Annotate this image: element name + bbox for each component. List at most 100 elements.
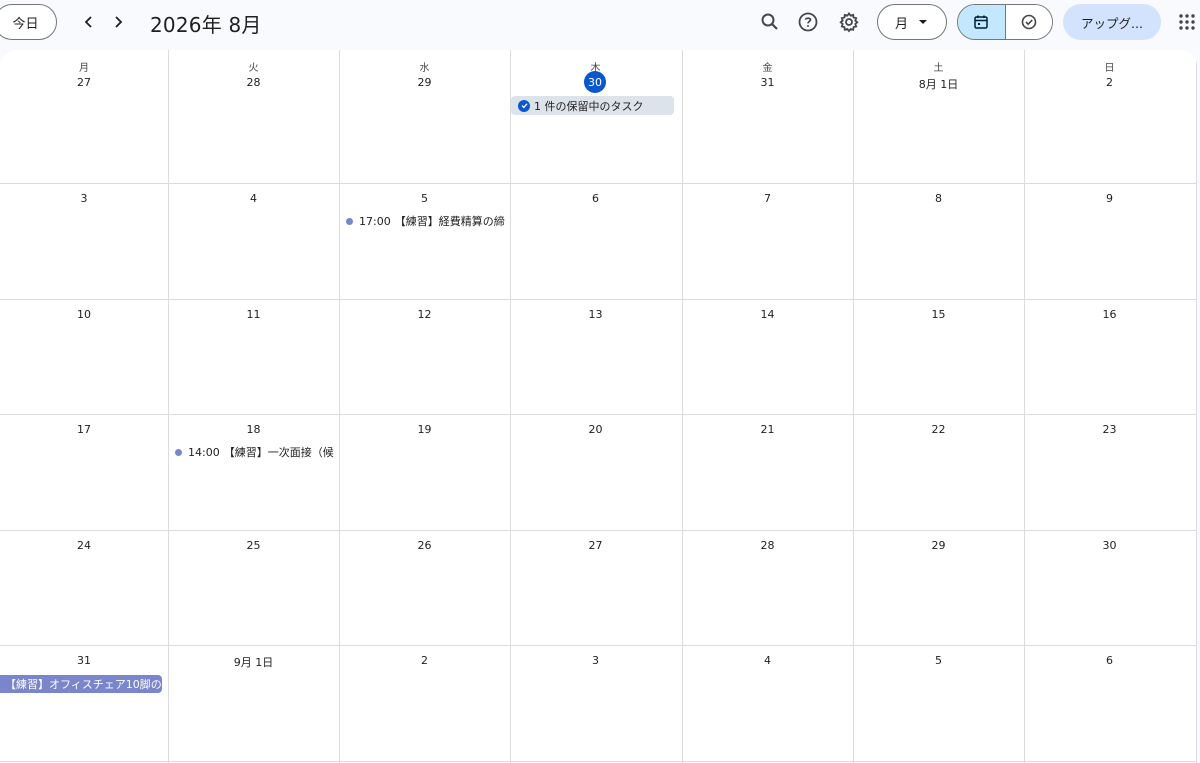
day-cell[interactable]: 26 [339, 531, 510, 646]
day-number[interactable]: 30 [1024, 539, 1195, 552]
today-day-number[interactable]: 30 [584, 71, 606, 93]
day-number[interactable]: 6 [1024, 654, 1195, 667]
all-day-event-chip[interactable]: 【練習】オフィスチェア10脚の [0, 675, 162, 693]
day-number[interactable]: 9月 1日 [168, 654, 339, 670]
day-cell[interactable]: 15 [853, 300, 1024, 415]
day-cell[interactable]: 5 [339, 184, 510, 299]
day-cell[interactable]: 23 [1024, 415, 1195, 530]
day-cell[interactable]: 25 [168, 531, 339, 646]
day-number[interactable]: 24 [0, 539, 168, 552]
day-number[interactable]: 19 [339, 423, 510, 436]
day-cell[interactable]: 16 [1024, 300, 1195, 415]
settings-button[interactable] [833, 6, 865, 38]
event-chip[interactable]: 14:00 【練習】一次面接（候 [175, 444, 335, 460]
day-number[interactable]: 8月 1日 [853, 76, 1024, 92]
day-cell[interactable]: 火 28 [168, 50, 339, 165]
day-number[interactable]: 13 [510, 308, 681, 321]
day-cell[interactable]: 6 [1024, 646, 1195, 761]
day-cell[interactable]: 13 [510, 300, 681, 415]
day-number[interactable]: 2 [1024, 76, 1195, 89]
day-cell[interactable]: 27 [510, 531, 681, 646]
day-cell[interactable]: 4 [168, 184, 339, 299]
day-cell-today[interactable]: 木 30 1 件の保留中のタスク [510, 50, 681, 165]
day-cell[interactable]: 日 2 [1024, 50, 1195, 165]
help-button[interactable] [792, 6, 824, 38]
day-number[interactable]: 3 [510, 654, 681, 667]
day-cell[interactable]: 12 [339, 300, 510, 415]
next-month-button[interactable] [102, 6, 134, 38]
day-cell[interactable]: 3 [510, 646, 681, 761]
day-number[interactable]: 29 [853, 539, 1024, 552]
day-number[interactable]: 25 [168, 539, 339, 552]
event-chip[interactable]: 17:00 【練習】経費精算の締 [346, 213, 506, 229]
day-number[interactable]: 10 [0, 308, 168, 321]
view-selector[interactable]: 月 [877, 4, 947, 40]
day-number[interactable]: 18 [168, 423, 339, 436]
day-number[interactable]: 4 [168, 192, 339, 205]
day-number[interactable]: 16 [1024, 308, 1195, 321]
day-number[interactable]: 14 [682, 308, 853, 321]
day-cell[interactable]: 8 [853, 184, 1024, 299]
today-button[interactable]: 今日 [0, 4, 57, 40]
apps-button[interactable] [1172, 7, 1200, 37]
day-cell[interactable]: 19 [339, 415, 510, 530]
day-cell[interactable]: 17 [0, 415, 168, 530]
day-cell[interactable]: 6 [510, 184, 681, 299]
day-cell[interactable]: 31 [0, 646, 168, 761]
day-cell[interactable]: 7 [682, 184, 853, 299]
day-number[interactable]: 28 [682, 539, 853, 552]
day-cell[interactable]: 20 [510, 415, 681, 530]
calendar-task-toggle [957, 4, 1053, 40]
day-number[interactable]: 23 [1024, 423, 1195, 436]
calendar-view-toggle[interactable] [958, 5, 1006, 39]
day-cell[interactable]: 3 [0, 184, 168, 299]
day-cell[interactable]: 土 8月 1日 [853, 50, 1024, 165]
tasks-view-toggle[interactable] [1005, 5, 1052, 39]
previous-month-button[interactable] [73, 6, 105, 38]
day-number[interactable]: 29 [339, 76, 510, 89]
day-number[interactable]: 6 [510, 192, 681, 205]
day-number[interactable]: 17 [0, 423, 168, 436]
day-number[interactable]: 11 [168, 308, 339, 321]
day-number[interactable]: 5 [339, 192, 510, 205]
day-number[interactable]: 20 [510, 423, 681, 436]
day-number[interactable]: 27 [0, 76, 168, 89]
day-cell[interactable]: 金 31 [682, 50, 853, 165]
day-number[interactable]: 7 [682, 192, 853, 205]
day-cell[interactable]: 9 [1024, 184, 1195, 299]
day-number[interactable]: 5 [853, 654, 1024, 667]
day-number[interactable]: 27 [510, 539, 681, 552]
day-number[interactable]: 15 [853, 308, 1024, 321]
upgrade-button[interactable]: アップグ... [1063, 4, 1161, 40]
search-button[interactable] [754, 6, 786, 38]
day-number[interactable]: 9 [1024, 192, 1195, 205]
day-cell[interactable]: 9月 1日 [168, 646, 339, 761]
day-number[interactable]: 31 [682, 76, 853, 89]
day-cell[interactable]: 水 29 [339, 50, 510, 165]
day-cell[interactable]: 2 [339, 646, 510, 761]
day-cell[interactable]: 18 [168, 415, 339, 530]
day-cell[interactable]: 22 [853, 415, 1024, 530]
day-cell[interactable]: 21 [682, 415, 853, 530]
day-number[interactable]: 2 [339, 654, 510, 667]
day-number[interactable]: 22 [853, 423, 1024, 436]
day-number[interactable]: 12 [339, 308, 510, 321]
day-number[interactable]: 21 [682, 423, 853, 436]
day-cell[interactable]: 30 [1024, 531, 1195, 646]
pending-task-chip[interactable]: 1 件の保留中のタスク [511, 96, 674, 115]
day-cell[interactable]: 5 [853, 646, 1024, 761]
day-number[interactable]: 8 [853, 192, 1024, 205]
day-cell[interactable]: 14 [682, 300, 853, 415]
day-cell[interactable]: 11 [168, 300, 339, 415]
day-cell[interactable]: 10 [0, 300, 168, 415]
day-number[interactable]: 26 [339, 539, 510, 552]
day-cell[interactable]: 28 [682, 531, 853, 646]
day-cell[interactable]: 29 [853, 531, 1024, 646]
day-cell[interactable]: 4 [682, 646, 853, 761]
day-number[interactable]: 3 [0, 192, 168, 205]
day-number[interactable]: 31 [0, 654, 168, 667]
day-cell[interactable]: 月 27 [0, 50, 168, 165]
day-number[interactable]: 4 [682, 654, 853, 667]
day-number[interactable]: 28 [168, 76, 339, 89]
day-cell[interactable]: 24 [0, 531, 168, 646]
